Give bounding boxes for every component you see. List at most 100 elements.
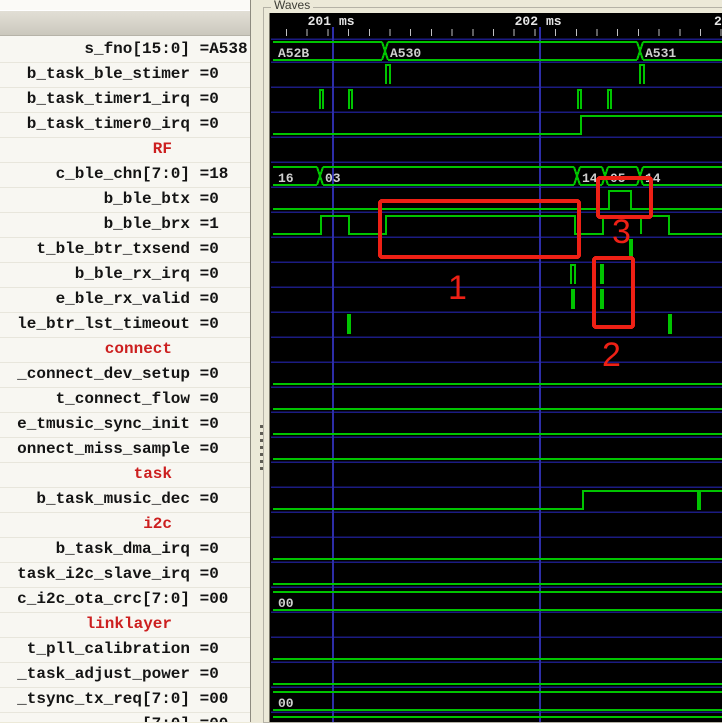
signal-name: c_ble_chn[7:0]: [55, 165, 190, 183]
signal-value: =0: [190, 365, 219, 383]
signal-row[interactable]: _connect_dev_setup =0: [0, 362, 250, 388]
bit-waveform: [385, 64, 645, 84]
signal-value: =0: [190, 290, 219, 308]
signal-name: le_btr_lst_timeout: [17, 315, 190, 333]
signal-row[interactable]: b_ble_brx =1: [0, 212, 250, 238]
signal-row[interactable]: e_tmusic_sync_init =0: [0, 412, 250, 438]
signal-name: e_ble_rx_valid: [55, 290, 190, 308]
signal-row[interactable]: onnect_miss_sample =0: [0, 437, 250, 463]
signal-value: =18: [190, 165, 229, 183]
signal-name-panel: s_fno[15:0] =A538 b_task_ble_stimer =0 b_t…: [0, 0, 251, 722]
signal-name: _connect_dev_setup: [17, 365, 190, 383]
timeline-label: 2: [714, 14, 722, 29]
signal-group-row-i2c[interactable]: i2c: [0, 512, 250, 538]
signal-value: =0: [190, 390, 219, 408]
waveform-viewer-window: { "waves": { "title": "Waves", "timeline…: [0, 0, 722, 723]
timeline-unit: ms: [546, 14, 562, 29]
signal-row[interactable]: b_ble_rx_irq =0: [0, 262, 250, 288]
signal-row[interactable]: t_connect_flow =0: [0, 387, 250, 413]
signal-name: task_i2c_slave_irq: [17, 565, 190, 583]
signal-value: =0: [190, 315, 219, 333]
bit-waveform: [629, 239, 633, 259]
signal-name: t_pll_calibration: [26, 640, 190, 658]
timeline-unit: ms: [339, 14, 355, 29]
signal-name: b_ble_rx_irq: [74, 265, 190, 283]
signal-row[interactable]: t_ble_btr_txsend =0: [0, 237, 250, 263]
signal-value: =0: [190, 540, 219, 558]
signal-row[interactable]: b_task_ble_stimer =0: [0, 62, 250, 88]
signal-value: =0: [190, 265, 219, 283]
signal-row[interactable]: le_btr_lst_timeout =0: [0, 312, 250, 338]
annotation-rect: [592, 256, 635, 329]
bit-waveform: [273, 490, 722, 510]
signal-group-row-task[interactable]: task: [0, 462, 250, 488]
bit-waveform: [273, 115, 722, 135]
signal-value: =0: [190, 440, 219, 458]
signal-value: =0: [190, 190, 219, 208]
signal-row[interactable]: b_task_music_dec =0: [0, 487, 250, 513]
bus-value-label: A52B: [278, 46, 309, 61]
signal-value: =0: [190, 490, 219, 508]
signal-name: b_task_ble_stimer: [26, 65, 190, 83]
bus-value-label: A530: [390, 46, 421, 61]
waves-groupbox-title: Waves: [271, 0, 314, 12]
signal-group-row-connect[interactable]: connect: [0, 337, 250, 363]
signal-group-label: linklayer: [85, 615, 172, 633]
signal-row[interactable]: task_i2c_slave_irq =0: [0, 562, 250, 588]
bus-value-label: A531: [645, 46, 676, 61]
signal-name: b_task_timer0_irq: [26, 115, 190, 133]
signal-value: =0: [190, 640, 219, 658]
signal-value: =0: [190, 415, 219, 433]
waveform-canvas[interactable]: 201ms202ms2A52BA530A53116031405140000001…: [269, 13, 722, 722]
signal-row[interactable]: t_pll_calibration =0: [0, 637, 250, 663]
signal-row[interactable]: _task_adjust_power =0: [0, 662, 250, 688]
signal-value: =0: [190, 90, 219, 108]
signal-row[interactable]: b_task_timer0_irq =0: [0, 112, 250, 138]
bus-value-label: 00: [278, 696, 294, 711]
signal-row[interactable]: e_ble_rx_valid =0: [0, 287, 250, 313]
signal-name: b_task_timer1_irq: [26, 90, 190, 108]
signal-value: =0: [190, 665, 219, 683]
signal-value: =0: [190, 240, 219, 258]
signal-name: [7:0]: [142, 712, 190, 722]
signal-row[interactable]: _tsync_tx_req[7:0] =00: [0, 687, 250, 713]
signal-row[interactable]: b_ble_btx =0: [0, 187, 250, 213]
signal-value: =A538: [190, 40, 248, 58]
panel-header-bar: [0, 10, 250, 36]
bus-value-label: 14: [582, 171, 598, 186]
signal-value: =0: [190, 565, 219, 583]
signal-group-label: i2c: [143, 515, 172, 533]
bit-waveform: [273, 215, 722, 235]
signal-value: =0: [190, 115, 219, 133]
signal-row[interactable]: s_fno[15:0] =A538: [0, 37, 250, 63]
signal-group-row-linklayer[interactable]: linklayer: [0, 612, 250, 638]
signal-row[interactable]: b_task_timer1_irq =0: [0, 87, 250, 113]
signal-name: s_fno[15:0]: [84, 40, 190, 58]
signal-row[interactable]: [7:0] =00: [0, 712, 250, 722]
bus-value-label: 03: [325, 171, 341, 186]
signal-group-label: connect: [104, 340, 172, 358]
signal-row[interactable]: b_task_dma_irq =0: [0, 537, 250, 563]
panel-top-strip: [0, 0, 250, 10]
signal-row[interactable]: c_ble_chn[7:0] =18: [0, 162, 250, 188]
panel-splitter[interactable]: [251, 0, 263, 722]
timeline-label: 202: [515, 14, 539, 29]
annotation-number: 2: [602, 336, 621, 374]
signal-group-label: RF: [152, 140, 172, 158]
signal-name: t_ble_btr_txsend: [36, 240, 190, 258]
signal-value: =00: [190, 590, 229, 608]
signal-group-label: task: [133, 465, 172, 483]
signal-name: _task_adjust_power: [17, 665, 190, 683]
signal-value: =1: [190, 215, 219, 233]
bus-value-label: 16: [278, 171, 294, 186]
signal-name: e_tmusic_sync_init: [17, 415, 190, 433]
signal-name: b_ble_btx: [103, 190, 190, 208]
signal-row[interactable]: c_i2c_ota_crc[7:0] =00: [0, 587, 250, 613]
annotation-number: 3: [612, 213, 631, 251]
signal-name: b_ble_brx: [103, 215, 190, 233]
signal-group-row-RF[interactable]: RF: [0, 137, 250, 163]
bit-waveform: [319, 89, 612, 109]
signal-name: t_connect_flow: [55, 390, 190, 408]
signal-name: b_task_music_dec: [36, 490, 190, 508]
timeline-label: 201: [308, 14, 332, 29]
